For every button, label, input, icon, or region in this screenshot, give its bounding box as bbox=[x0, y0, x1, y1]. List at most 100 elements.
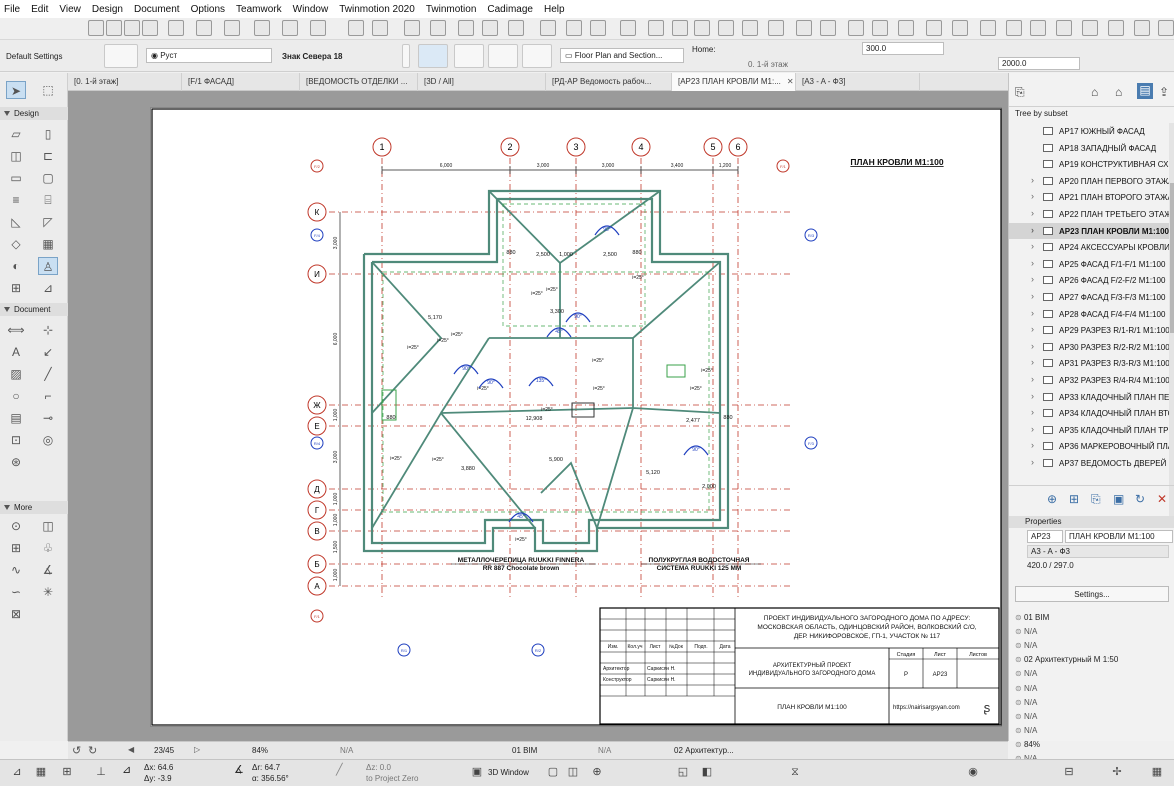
navigator-layout-item[interactable]: › AP37 ВЕДОМОСТЬ ДВЕРЕЙ И bbox=[1009, 455, 1169, 471]
view-tab[interactable]: [AP23 ПЛАН КРОВЛИ М1:... ✕ bbox=[672, 73, 796, 91]
coord-dr[interactable]: Δr: 64.7 bbox=[252, 763, 280, 772]
marker-3d-button[interactable] bbox=[522, 44, 552, 68]
toolbar-button-icon[interactable] bbox=[742, 20, 758, 36]
quick-option-row[interactable]: ⊜ N/A bbox=[1015, 684, 1174, 698]
navigator-layout-item[interactable]: › AP33 КЛАДОЧНЫЙ ПЛАН ПЕ bbox=[1009, 389, 1169, 405]
camera-icon[interactable]: ◉ bbox=[966, 765, 980, 779]
toolbar-button-icon[interactable] bbox=[254, 20, 270, 36]
navigator-layout-item[interactable]: › AP20 ПЛАН ПЕРВОГО ЭТАЖА bbox=[1009, 173, 1169, 189]
scale-value[interactable]: N/A bbox=[598, 746, 611, 755]
arrow-icon[interactable]: ➤ bbox=[6, 81, 26, 99]
clone-icon[interactable]: ⎘ bbox=[1091, 492, 1101, 507]
marker-type-button[interactable] bbox=[454, 44, 484, 68]
expand-chevron-icon[interactable]: › bbox=[1031, 175, 1034, 185]
navigator-layout-item[interactable]: › AP28 ФАСАД F/4-F/4 М1:100 bbox=[1009, 306, 1169, 322]
toolbar-button-icon[interactable] bbox=[820, 20, 836, 36]
column-icon[interactable]: ▯ bbox=[38, 125, 58, 143]
quick-option-row[interactable]: ⊜ N/A bbox=[1015, 712, 1174, 726]
toolbar-button-icon[interactable] bbox=[372, 20, 388, 36]
expand-chevron-icon[interactable]: › bbox=[1031, 357, 1034, 367]
snap-icon[interactable]: ⊿ bbox=[10, 765, 24, 779]
toolbar-button-icon[interactable] bbox=[142, 20, 158, 36]
toolbar-button-icon[interactable] bbox=[926, 20, 942, 36]
toolbar-button-icon[interactable] bbox=[508, 20, 524, 36]
quick-option-row[interactable]: ⊜ 01 BIM bbox=[1015, 613, 1174, 627]
view-tab[interactable]: [0. 1-й этаж] bbox=[68, 73, 182, 91]
toolbar-button-icon[interactable] bbox=[872, 20, 888, 36]
menu-6[interactable]: Teamwork bbox=[236, 4, 282, 15]
axonometry-icon[interactable]: ◫ bbox=[566, 765, 580, 779]
navigator-layout-item[interactable]: › AP31 РАЗРЕЗ R/3-R/3 М1:100 bbox=[1009, 355, 1169, 371]
dimension-icon[interactable]: ⟺ bbox=[6, 321, 26, 339]
navigator-layout-item[interactable]: AP19 КОНСТРУКТИВНАЯ СХЕ bbox=[1009, 156, 1169, 172]
marker-rotate-button[interactable] bbox=[488, 44, 518, 68]
label-icon[interactable]: ↙ bbox=[38, 343, 58, 361]
trace-icon[interactable]: ▦ bbox=[1150, 765, 1164, 779]
next-page-icon[interactable]: ▷ bbox=[194, 745, 200, 754]
crosshair-icon[interactable]: ✢ bbox=[1110, 765, 1124, 779]
morph-icon[interactable]: ◐ bbox=[6, 257, 26, 275]
toolbar-button-icon[interactable] bbox=[620, 20, 636, 36]
navigator-scrollbar[interactable] bbox=[1169, 123, 1174, 521]
toolbar-button-icon[interactable] bbox=[672, 20, 688, 36]
expand-chevron-icon[interactable]: › bbox=[1031, 241, 1034, 251]
coord-dx[interactable]: Δx: 64.6 bbox=[144, 763, 173, 772]
toolbar-button-icon[interactable] bbox=[88, 20, 104, 36]
perspective-icon[interactable]: ▢ bbox=[546, 765, 560, 779]
guide-icon[interactable]: ⊞ bbox=[60, 765, 74, 779]
navigator-layout-item[interactable]: › AP23 ПЛАН КРОВЛИ М1:100 bbox=[1009, 222, 1169, 239]
quick-option-row[interactable]: ⊜ N/A bbox=[1015, 698, 1174, 712]
prev-page-icon[interactable]: ◀ bbox=[128, 745, 134, 754]
zoom-value[interactable]: 84% bbox=[252, 746, 268, 755]
toolbar-button-icon[interactable] bbox=[196, 20, 212, 36]
expand-chevron-icon[interactable]: › bbox=[1031, 308, 1034, 318]
roof-icon[interactable]: ◺ bbox=[6, 213, 26, 231]
expand-chevron-icon[interactable]: › bbox=[1031, 324, 1034, 334]
delete-icon[interactable]: ✕ bbox=[1157, 492, 1167, 506]
expand-chevron-icon[interactable]: › bbox=[1031, 457, 1034, 467]
navigator-layout-item[interactable]: › AP32 РАЗРЕЗ R/4-R/4 М1:100 bbox=[1009, 372, 1169, 388]
spline-icon[interactable]: ∿ bbox=[6, 561, 26, 579]
navigator-layout-item[interactable]: › AP26 ФАСАД F/2-F/2 М1:100 bbox=[1009, 272, 1169, 288]
menu-11[interactable]: Help bbox=[544, 4, 565, 15]
toolbar-button-icon[interactable] bbox=[1158, 20, 1174, 36]
marker-dropdown[interactable] bbox=[402, 44, 410, 68]
toolbar-button-icon[interactable] bbox=[168, 20, 184, 36]
view-tab[interactable]: [A3 - A - Ф3] bbox=[796, 73, 920, 91]
text-icon[interactable]: A bbox=[6, 343, 26, 361]
toolbar-button-icon[interactable] bbox=[224, 20, 240, 36]
view-map-icon[interactable]: ⌂ bbox=[1115, 85, 1122, 99]
railing-icon[interactable]: ⌸ bbox=[38, 191, 58, 209]
publisher-icon[interactable]: ⇪ bbox=[1159, 85, 1169, 99]
menu-5[interactable]: Options bbox=[191, 4, 225, 15]
toolbar-button-icon[interactable] bbox=[796, 20, 812, 36]
layout-book-icon[interactable]: ▤ bbox=[1137, 83, 1153, 99]
toolbar-button-icon[interactable] bbox=[124, 20, 140, 36]
menu-2[interactable]: View bbox=[59, 4, 81, 15]
section-icon[interactable]: ⊸ bbox=[38, 409, 58, 427]
layout-id-field[interactable]: AP23 bbox=[1027, 530, 1063, 543]
elevation-icon[interactable]: ⊡ bbox=[6, 431, 26, 449]
menu-4[interactable]: Document bbox=[134, 4, 180, 15]
coord-dy[interactable]: Δy: -3.9 bbox=[144, 774, 172, 783]
figure-icon[interactable]: ◫ bbox=[38, 517, 58, 535]
toolbar-button-icon[interactable] bbox=[1082, 20, 1098, 36]
menu-8[interactable]: Twinmotion 2020 bbox=[339, 4, 415, 15]
toolbar-button-icon[interactable] bbox=[282, 20, 298, 36]
drawing-icon[interactable]: ▤ bbox=[6, 409, 26, 427]
layer-combination[interactable]: 01 BIM bbox=[512, 746, 537, 755]
reference-point[interactable]: to Project Zero bbox=[366, 774, 418, 783]
window-icon[interactable]: ▢ bbox=[38, 169, 58, 187]
navigator-layout-item[interactable]: › AP34 КЛАДОЧНЫЙ ПЛАН ВТО bbox=[1009, 405, 1169, 421]
wall-icon[interactable]: ▱ bbox=[6, 125, 26, 143]
change-icon[interactable]: ⊠ bbox=[6, 605, 26, 623]
navigator-layout-item[interactable]: › AP25 ФАСАД F/1-F/1 М1:100 bbox=[1009, 256, 1169, 272]
menu-1[interactable]: Edit bbox=[31, 4, 48, 15]
quick-option-row[interactable]: ⊜ N/A bbox=[1015, 669, 1174, 683]
quick-option-row[interactable]: ⊜ N/A bbox=[1015, 641, 1174, 655]
navigator-layout-item[interactable]: › AP27 ФАСАД F/3-F/3 М1:100 bbox=[1009, 289, 1169, 305]
quick-option-row[interactable]: ⊜ N/A bbox=[1015, 726, 1174, 740]
toolbar-button-icon[interactable] bbox=[1006, 20, 1022, 36]
line-icon[interactable]: ╱ bbox=[38, 365, 58, 383]
quick-option-row[interactable]: ⊜ 84% bbox=[1015, 740, 1174, 754]
